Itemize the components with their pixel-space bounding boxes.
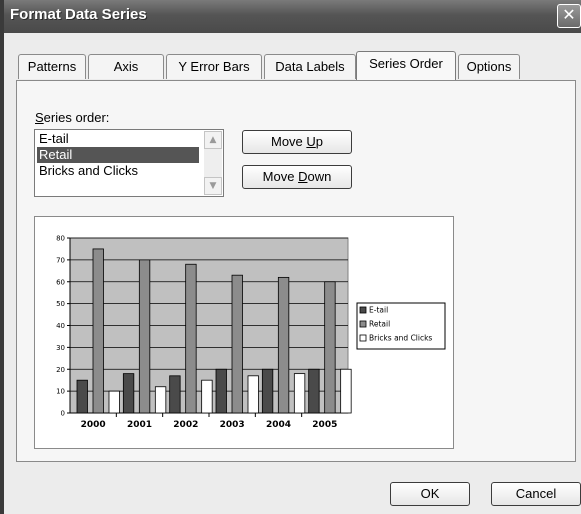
bar [138, 259, 151, 414]
tab-patterns[interactable]: Patterns [18, 54, 86, 79]
tab-options[interactable]: Options [458, 54, 520, 79]
tab-axis[interactable]: Axis [88, 54, 164, 79]
bar [76, 379, 88, 414]
cancel-button[interactable]: Cancel [491, 482, 581, 506]
y-tick-label: 60 [56, 278, 65, 286]
tab-data-labels[interactable]: Data Labels [264, 54, 356, 79]
ok-button[interactable]: OK [390, 482, 470, 506]
bar [108, 390, 120, 414]
move-down-button[interactable]: Move Down [242, 165, 352, 189]
y-tick-label: 40 [56, 322, 65, 330]
x-tick-label: 2003 [220, 420, 245, 430]
bar [169, 375, 181, 414]
list-item-bricks-and-clicks[interactable]: Bricks and Clicks [37, 163, 199, 179]
close-icon[interactable]: ✕ [557, 4, 581, 28]
legend-label: Bricks and Clicks [369, 334, 432, 343]
tab-series-order[interactable]: Series Order [356, 51, 456, 80]
bar [293, 373, 306, 414]
bar [231, 274, 243, 414]
bar [185, 263, 197, 414]
y-tick-label: 20 [56, 366, 65, 374]
title-bar[interactable]: Format Data Series ✕ [4, 0, 581, 33]
x-tick-label: 2002 [173, 420, 198, 430]
move-up-button[interactable]: Move Up [242, 130, 352, 154]
x-tick-label: 2000 [81, 420, 106, 430]
bar [122, 373, 135, 414]
list-item-retail[interactable]: Retail [37, 147, 199, 163]
y-tick-label: 10 [56, 388, 65, 396]
legend-swatch [359, 306, 367, 314]
y-tick-label: 80 [56, 235, 65, 243]
y-tick-label: 50 [56, 300, 65, 308]
legend-label: E-tail [369, 306, 388, 315]
legend-swatch [359, 334, 367, 342]
list-item-e-tail[interactable]: E-tail [37, 131, 199, 147]
scroll-down-icon[interactable]: ▼ [204, 177, 222, 195]
bar [215, 368, 227, 414]
legend-swatch [359, 320, 367, 328]
bar [92, 248, 104, 414]
chart-preview-svg: 0 10 20 30 40 50 60 70 80 2000 2001 2002 2003 2004 200… [56, 235, 446, 430]
bar [308, 368, 320, 414]
bar [340, 368, 352, 414]
bar [277, 276, 290, 414]
bar [154, 386, 167, 414]
legend-label: Retail [369, 320, 390, 329]
tab-y-error-bars[interactable]: Y Error Bars [166, 54, 262, 79]
x-tick-label: 2001 [127, 420, 152, 430]
y-tick-label: 30 [56, 344, 65, 352]
y-tick-label: 70 [56, 256, 65, 264]
y-tick-label: 0 [61, 410, 65, 418]
x-tick-label: 2005 [312, 420, 337, 430]
bar [201, 379, 213, 414]
bar [247, 375, 259, 414]
listbox-scrollbar[interactable]: ▲ ▼ [204, 131, 222, 195]
format-data-series-dialog: Format Data Series ✕ Patterns Axis Y Err… [0, 0, 581, 514]
x-tick-label: 2004 [266, 420, 291, 430]
bar [324, 281, 336, 414]
dialog-title: Format Data Series [10, 6, 147, 23]
bar [261, 368, 274, 414]
series-order-label: Series order: [35, 110, 110, 125]
scroll-up-icon[interactable]: ▲ [204, 131, 222, 149]
chart-preview: 0 10 20 30 40 50 60 70 80 2000 2001 2002 2003 2004 200… [34, 216, 454, 449]
series-order-listbox[interactable]: E-tail Retail Bricks and Clicks ▲ ▼ [34, 129, 224, 197]
